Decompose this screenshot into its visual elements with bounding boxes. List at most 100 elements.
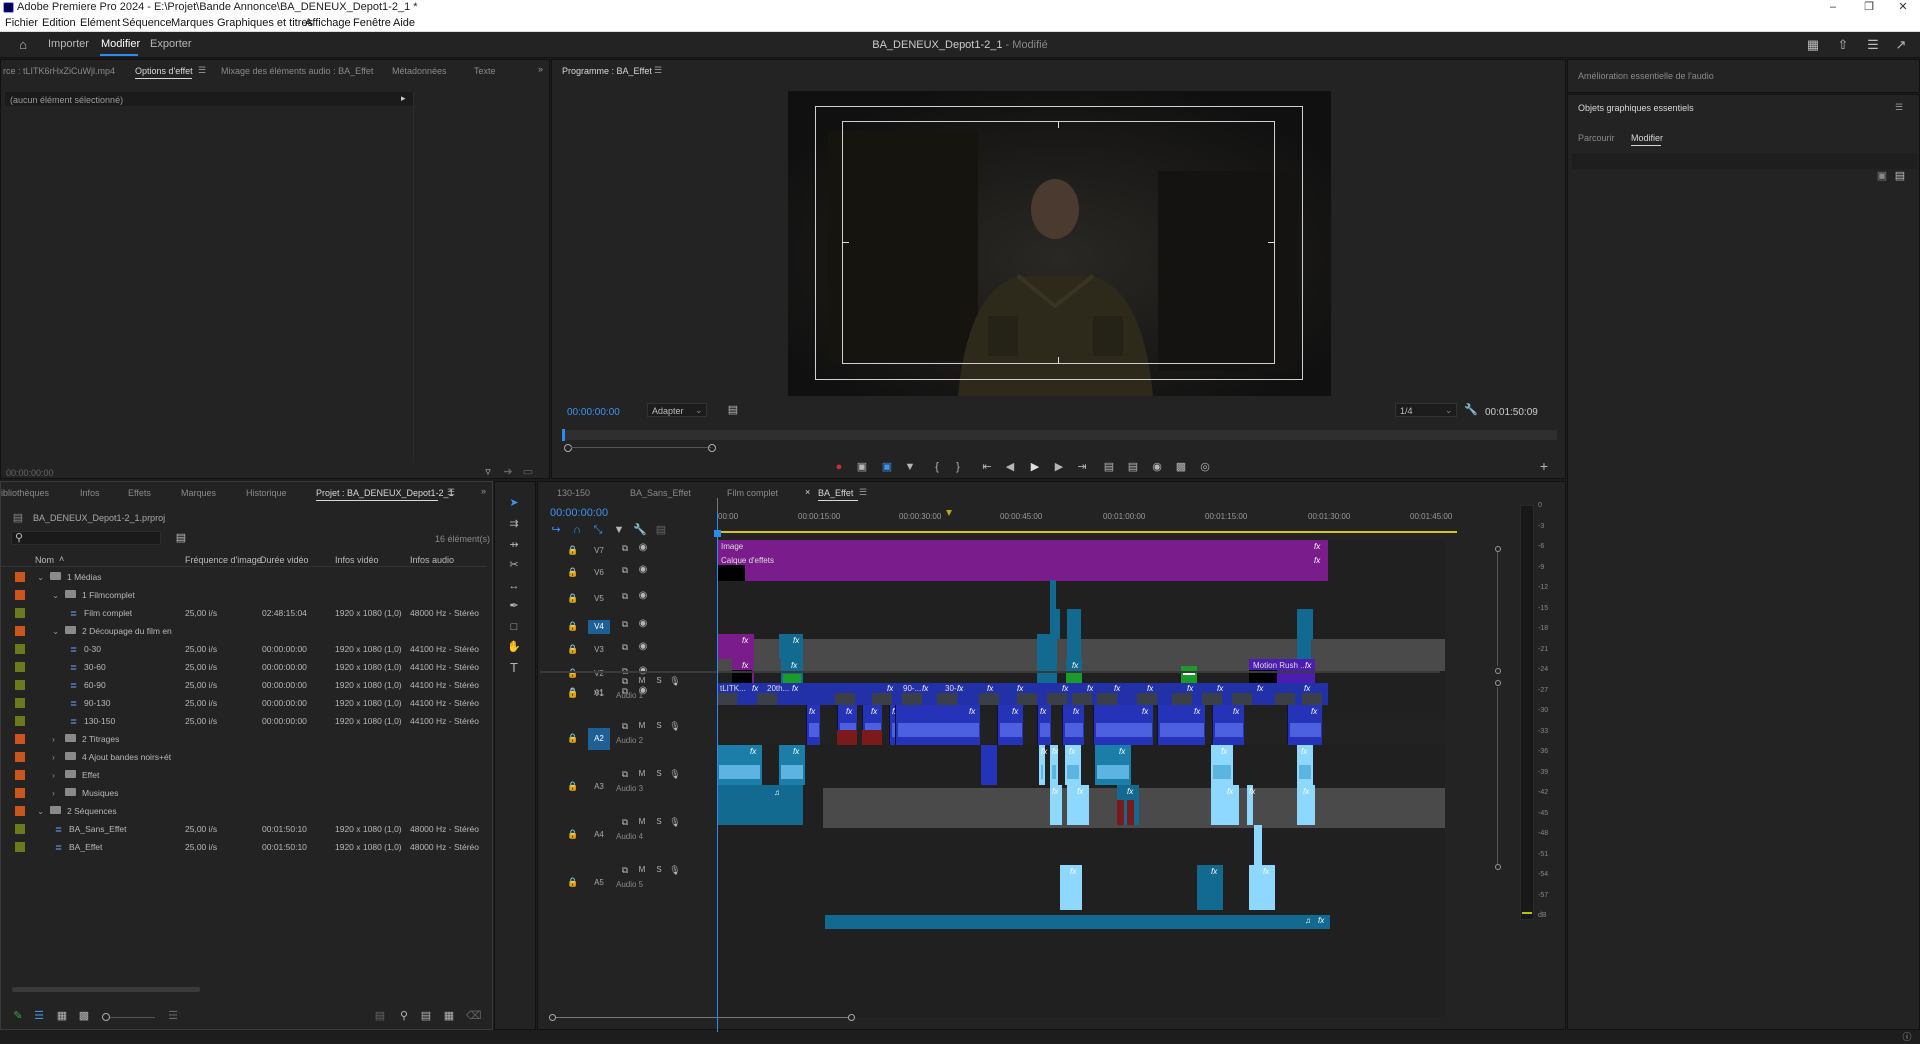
vscroll-audio-bottom-handle[interactable] — [1495, 864, 1501, 870]
wrench-icon[interactable]: 🔧 — [1464, 403, 1478, 417]
mute-button[interactable]: M — [635, 674, 649, 688]
label-color-swatch[interactable] — [15, 662, 25, 672]
menu-fenetre[interactable]: Fenêtre — [353, 15, 391, 32]
v3-clip[interactable] — [1037, 634, 1057, 659]
resolution-dropdown[interactable]: 1/4 ⌄ — [1395, 403, 1457, 417]
project-item-row[interactable]: ≣ 90-130 25,00 i/s 00:00:00:00 1920 x 1080 (… — [1, 694, 485, 712]
adjustment-layer-image[interactable]: Image fx — [717, 540, 1328, 554]
tab-effect-controls[interactable]: Options d'effet — [135, 66, 193, 76]
label-color-swatch[interactable] — [15, 644, 25, 654]
col-name[interactable]: Nom — [35, 555, 54, 565]
label-color-swatch[interactable] — [15, 572, 25, 582]
tab-text[interactable]: Texte — [474, 66, 496, 76]
vscroll-mid-handle[interactable] — [1495, 668, 1501, 674]
project-hscroll[interactable] — [12, 987, 200, 992]
a2-audio-clip[interactable]: fx — [1065, 745, 1081, 785]
overflow-panels-icon[interactable]: » — [481, 486, 486, 496]
tab-history[interactable]: Historique — [246, 488, 287, 498]
eye-icon[interactable]: ◉ — [636, 563, 650, 577]
menu-fichier[interactable]: Fichier — [5, 15, 38, 32]
lock-icon[interactable]: 🔒 — [566, 565, 580, 579]
a1-audio-clip[interactable]: fx — [1062, 705, 1084, 745]
new-item-icon[interactable]: ▦ — [442, 1009, 456, 1023]
selection-tool-icon[interactable]: ➤ — [507, 496, 521, 510]
clear-icon[interactable]: ⌫ — [466, 1009, 482, 1023]
a2-audio-clip[interactable]: fx — [1039, 745, 1047, 785]
label-color-swatch[interactable] — [15, 698, 25, 708]
project-item-row[interactable]: ≣ 60-90 25,00 i/s 00:00:00:00 1920 x 1080 (1… — [1, 676, 485, 694]
a3-audio-clip[interactable] — [717, 785, 803, 825]
menu-affichage[interactable]: Affichage — [305, 15, 351, 32]
extract-icon[interactable]: ▭ — [521, 465, 535, 479]
label-color-swatch[interactable] — [15, 734, 25, 744]
eye-icon[interactable]: ◉ — [636, 640, 650, 654]
v3-clip[interactable] — [1297, 634, 1311, 659]
tab-browse[interactable]: Parcourir — [1578, 133, 1615, 143]
lock-icon[interactable]: 🔒 — [566, 875, 580, 889]
solo-button[interactable]: S — [652, 767, 666, 781]
tab-program[interactable]: Programme : BA_Effet — [562, 66, 652, 76]
label-color-swatch[interactable] — [15, 770, 25, 780]
new-bin-from-search-icon[interactable]: ▤ — [174, 531, 188, 545]
track-target-v7[interactable]: V7 — [588, 544, 610, 558]
a1-audio-clip[interactable]: fx — [1157, 705, 1205, 745]
voice-over-mic-icon[interactable]: 🎙 — [668, 863, 682, 877]
slip-tool-icon[interactable]: ↔ — [507, 579, 521, 593]
add-marker-icon[interactable]: ▼ — [903, 460, 917, 474]
project-item-row[interactable]: ≣ BA_Sans_Effet 25,00 i/s 00:01:50:10 1920 x… — [1, 820, 485, 838]
voice-over-mic-icon[interactable]: 🎙 — [668, 815, 682, 829]
expand-arrow-icon[interactable]: ▸ — [401, 93, 406, 104]
a1-audio-clip[interactable]: fx — [1287, 705, 1322, 745]
tab-libraries[interactable]: ibliothèques — [1, 488, 49, 498]
label-color-swatch[interactable] — [15, 608, 25, 618]
a4-audio-clip[interactable] — [1254, 825, 1262, 865]
hscroll-right-handle[interactable] — [848, 1014, 855, 1021]
toggle-sync-lock-icon[interactable]: ⧉ — [618, 719, 632, 733]
v3-clip[interactable] — [1067, 634, 1081, 659]
a1-red[interactable] — [862, 730, 882, 745]
icon-view-icon[interactable]: ▦ — [55, 1009, 69, 1023]
tab-seq-ba-effet[interactable]: BA_Effet — [818, 488, 853, 498]
label-color-swatch[interactable] — [15, 590, 25, 600]
hand-tool-icon[interactable]: ✋ — [507, 640, 521, 654]
project-bin-row[interactable]: › Effet — [1, 766, 485, 784]
a2-audio-clip[interactable]: fx — [779, 745, 805, 785]
a1-audio-clip[interactable]: fx — [1093, 705, 1153, 745]
lock-icon[interactable]: 🔒 — [566, 779, 580, 793]
mute-button[interactable]: M — [635, 767, 649, 781]
graphics-menu-icon[interactable]: ☰ — [1895, 102, 1903, 113]
a5-audio-clip[interactable]: fx — [1197, 865, 1223, 910]
zoom-slider-handle[interactable] — [102, 1013, 110, 1021]
fullscreen-icon[interactable]: ↗ — [1893, 37, 1909, 53]
sort-icon[interactable]: ☰ — [166, 1009, 180, 1023]
tab-seq-film-complet[interactable]: Film complet — [727, 488, 778, 498]
a2-audio-clip[interactable]: fx — [717, 745, 762, 785]
program-scrubber[interactable] — [562, 430, 1557, 440]
a1-audio-clip[interactable]: fx — [895, 705, 980, 745]
v2-green[interactable] — [783, 674, 801, 683]
filter-icon[interactable]: ▿ — [481, 465, 495, 479]
voice-over-mic-icon[interactable]: 🎙 — [668, 719, 682, 733]
toggle-sync-lock-icon[interactable]: ⧉ — [618, 815, 632, 829]
export-frame-icon[interactable]: ➔ — [501, 465, 515, 479]
v1-track-clips[interactable]: tLITK... 20th... 90-... 30-... fx fx fx fx fx fx f… — [717, 683, 1328, 705]
track-target-a1[interactable]: A1 — [588, 682, 610, 704]
multicam-icon[interactable]: ▩ — [1174, 460, 1188, 474]
eye-icon[interactable]: ◉ — [636, 589, 650, 603]
tab-source[interactable]: rce : tLITK6rHxZiCuWjl.mp4 — [3, 66, 115, 76]
label-color-swatch[interactable] — [15, 842, 25, 852]
toggle-sync-lock-icon[interactable]: ⧉ — [618, 589, 632, 603]
project-bin-row[interactable]: › 4 Ajout bandes noirs+ét — [1, 748, 485, 766]
captions-icon[interactable]: ▤ — [654, 523, 668, 537]
share-icon[interactable]: ⇧ — [1835, 37, 1851, 53]
toggle-sync-lock-icon[interactable]: ⧉ — [618, 674, 632, 688]
project-item-row[interactable]: ≣ 0-30 25,00 i/s 00:00:00:00 1920 x 1080 (1,… — [1, 640, 485, 658]
play-icon[interactable]: ▶ — [1028, 460, 1042, 474]
add-marker-icon[interactable]: ▼ — [612, 523, 626, 537]
solo-button[interactable]: S — [652, 863, 666, 877]
menu-marques[interactable]: Marques — [171, 15, 214, 32]
a5-audio-clip[interactable]: fx — [1060, 865, 1082, 910]
pen-tool-icon[interactable]: ✒ — [507, 599, 521, 613]
list-view-icon[interactable]: ☰ — [32, 1009, 46, 1023]
lock-icon[interactable]: 🔒 — [566, 619, 580, 633]
